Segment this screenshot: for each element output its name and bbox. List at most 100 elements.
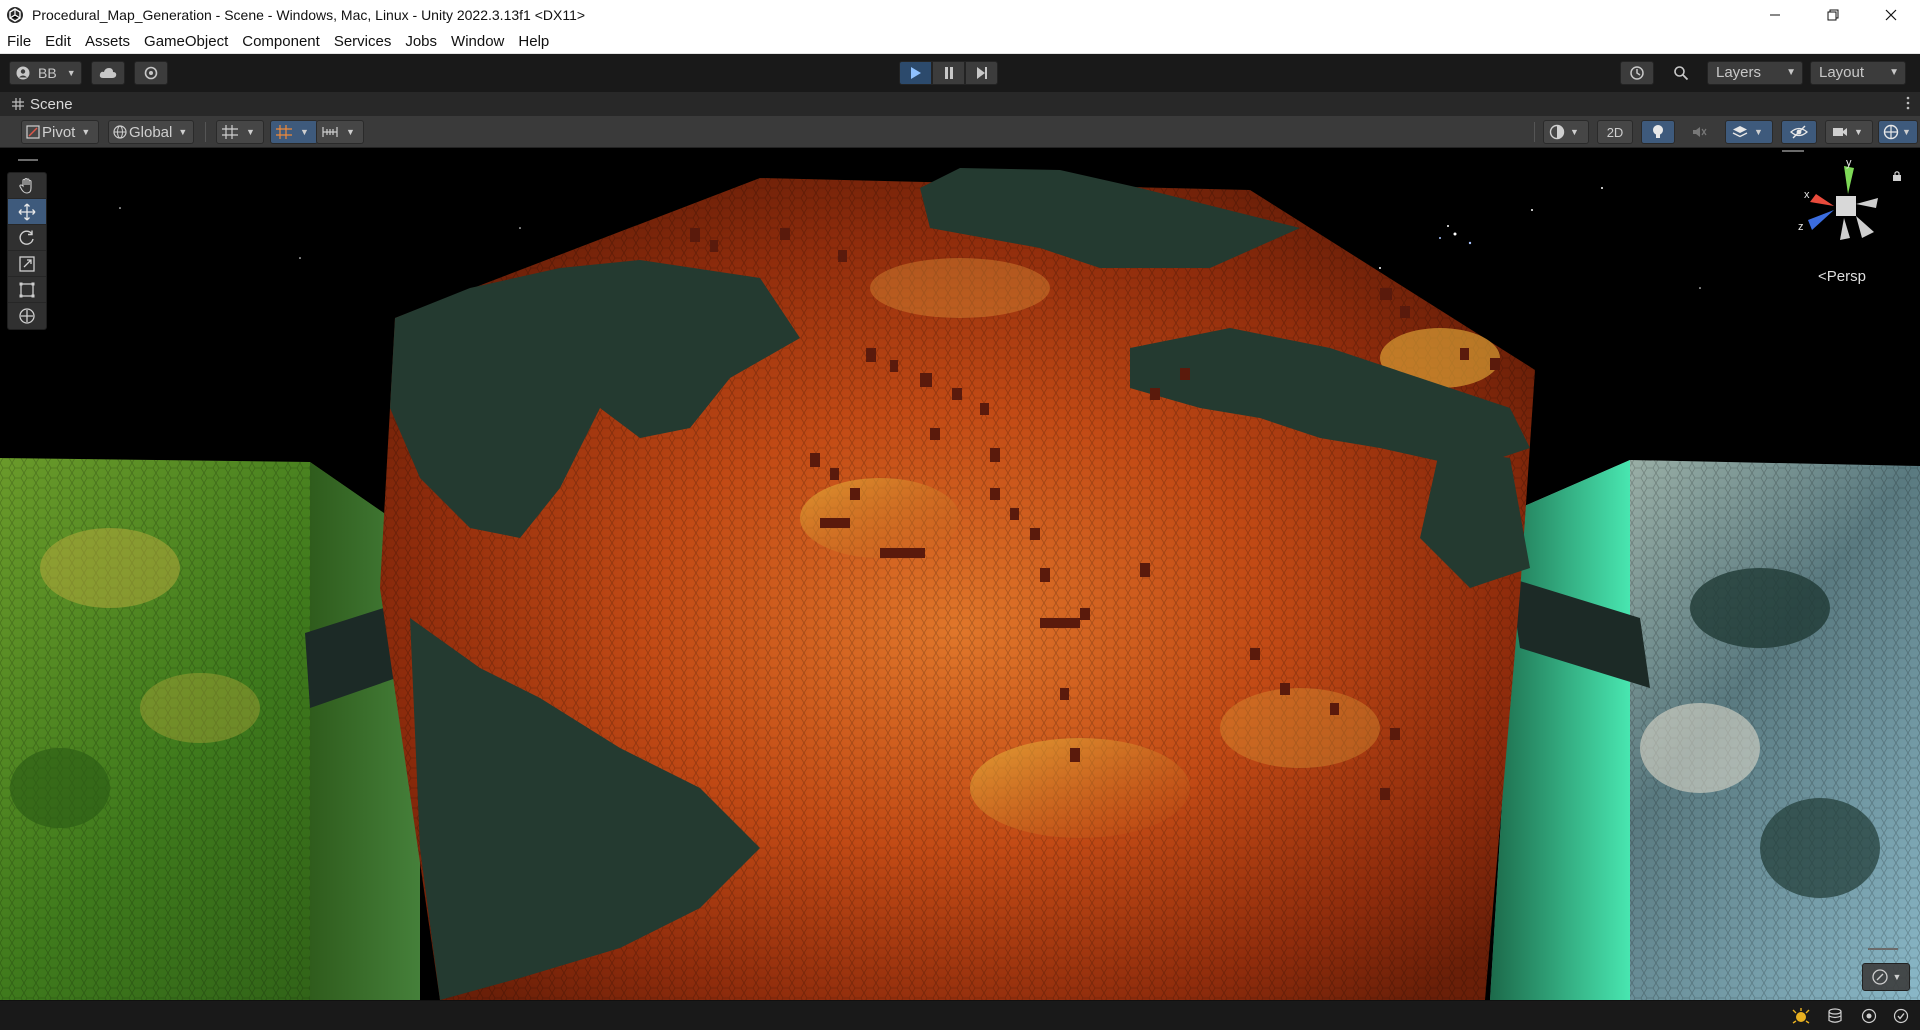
layers-dropdown[interactable]: Layers ▼ xyxy=(1707,61,1803,85)
menu-file[interactable]: File xyxy=(0,30,38,54)
grid-snap-icon xyxy=(222,125,238,139)
camera-settings-dropdown[interactable]: ▼ xyxy=(1825,120,1873,144)
layout-label: Layout xyxy=(1819,64,1865,81)
window-title: Procedural_Map_Generation - Scene - Wind… xyxy=(32,7,586,23)
scene-viewport[interactable]: y x z <Persp xyxy=(0,148,1920,1000)
grid-visibility-toggle[interactable]: ▼ xyxy=(270,120,318,144)
overlay-drag-handle[interactable] xyxy=(1868,948,1898,950)
chevron-left-icon: < xyxy=(1818,268,1827,285)
gizmo-drag-handle[interactable] xyxy=(1782,150,1804,152)
chevron-down-icon: ▼ xyxy=(1889,67,1899,78)
orientation-gizmo[interactable]: y x z <Persp xyxy=(1782,150,1910,293)
toolbar-divider xyxy=(205,122,206,142)
lighting-toggle[interactable] xyxy=(1641,120,1675,144)
axis-gizmo-icon: y x z xyxy=(1798,158,1878,240)
step-button[interactable] xyxy=(965,61,998,85)
check-status[interactable] xyxy=(1892,1007,1910,1025)
pivot-label: Pivot xyxy=(42,123,76,141)
history-icon xyxy=(1630,66,1644,80)
toggle-2d-button[interactable]: 2D xyxy=(1597,120,1633,144)
pause-icon xyxy=(944,67,953,79)
toolbar-divider xyxy=(1534,122,1535,142)
restore-button[interactable] xyxy=(1804,0,1862,30)
hand-tool[interactable] xyxy=(8,173,46,199)
grid-snapping-toggle[interactable]: ▼ xyxy=(216,120,264,144)
status-bar xyxy=(0,1000,1920,1030)
layers-stack-icon xyxy=(1732,126,1748,138)
menu-window[interactable]: Window xyxy=(444,30,511,54)
play-icon xyxy=(910,67,921,79)
chevron-down-icon: ▼ xyxy=(300,127,309,137)
chevron-down-icon: ▼ xyxy=(66,68,76,78)
gizmos-dropdown[interactable]: ▼ xyxy=(1878,120,1918,144)
layout-dropdown[interactable]: Layout ▼ xyxy=(1810,61,1906,85)
account-label: BB xyxy=(38,65,57,81)
shading-mode-dropdown[interactable]: ▼ xyxy=(1543,120,1589,144)
cloud-icon xyxy=(99,68,117,78)
toggle-2d-label: 2D xyxy=(1606,124,1624,140)
move-tool[interactable] xyxy=(8,199,46,225)
database-icon xyxy=(1828,1008,1842,1023)
restore-icon xyxy=(1827,9,1839,21)
compass-icon xyxy=(1871,969,1888,985)
chevron-down-icon: ▼ xyxy=(81,127,91,137)
target-icon xyxy=(1861,1008,1877,1024)
increment-snap-toggle[interactable]: ▼ xyxy=(316,120,364,144)
pause-button[interactable] xyxy=(932,61,965,85)
scene-visibility-toggle[interactable] xyxy=(1781,120,1817,144)
chevron-down-icon: ▼ xyxy=(178,127,188,137)
layers-label: Layers xyxy=(1716,64,1762,81)
chevron-down-icon: ▼ xyxy=(346,127,355,137)
lock-icon[interactable] xyxy=(1892,170,1902,182)
scale-tool[interactable] xyxy=(8,251,46,277)
chevron-down-icon: ▼ xyxy=(1892,972,1902,982)
hand-icon xyxy=(19,177,32,194)
overlay-menu-button[interactable]: ▼ xyxy=(1862,963,1910,991)
settings-cog-icon xyxy=(144,66,158,80)
close-button[interactable] xyxy=(1862,0,1920,30)
minimize-button[interactable] xyxy=(1746,0,1804,30)
chevron-down-icon: ▼ xyxy=(1854,127,1863,137)
menu-assets[interactable]: Assets xyxy=(78,30,137,54)
gizmo-z-label: z xyxy=(1798,221,1804,233)
rotate-tool[interactable] xyxy=(8,225,46,251)
projection-label: Persp xyxy=(1826,268,1866,285)
global-label: Global xyxy=(129,123,173,141)
tool-palette xyxy=(7,159,47,330)
cloud-button[interactable] xyxy=(91,61,125,85)
pivot-dropdown[interactable]: Pivot ▼ xyxy=(21,120,99,144)
bug-icon xyxy=(1792,1008,1810,1024)
chevron-down-icon: ▼ xyxy=(246,127,255,137)
search-button[interactable] xyxy=(1664,61,1698,85)
chevron-down-icon: ▼ xyxy=(1786,67,1796,78)
projection-toggle[interactable]: <Persp xyxy=(1818,268,1866,285)
audio-toggle[interactable] xyxy=(1683,120,1717,144)
tab-scene[interactable]: Scene xyxy=(0,92,73,116)
network-status[interactable] xyxy=(1860,1007,1878,1025)
transform-tool[interactable] xyxy=(8,303,46,329)
scale-icon xyxy=(19,255,35,272)
pivot-icon xyxy=(26,125,40,139)
menu-jobs[interactable]: Jobs xyxy=(398,30,444,54)
play-button[interactable] xyxy=(899,61,932,85)
menu-services[interactable]: Services xyxy=(327,30,399,54)
menu-gameobject[interactable]: GameObject xyxy=(137,30,235,54)
rotate-icon xyxy=(19,229,34,245)
collab-button[interactable] xyxy=(134,61,168,85)
speaker-muted-icon xyxy=(1693,127,1707,137)
effects-dropdown[interactable]: ▼ xyxy=(1725,120,1773,144)
menu-component[interactable]: Component xyxy=(235,30,327,54)
cache-status[interactable] xyxy=(1826,1007,1844,1025)
global-dropdown[interactable]: Global ▼ xyxy=(108,120,194,144)
menu-help[interactable]: Help xyxy=(511,30,556,54)
undo-history-button[interactable] xyxy=(1620,61,1654,85)
chevron-down-icon: ▼ xyxy=(1570,127,1579,137)
more-options-icon[interactable] xyxy=(1906,96,1910,110)
palette-drag-handle[interactable] xyxy=(18,159,38,161)
progress-status[interactable] xyxy=(1792,1007,1810,1025)
menu-edit[interactable]: Edit xyxy=(38,30,78,54)
search-icon xyxy=(1674,66,1689,81)
account-dropdown[interactable]: BB ▼ xyxy=(9,61,82,85)
gizmo-x-label: x xyxy=(1804,189,1810,201)
rect-tool[interactable] xyxy=(8,277,46,303)
